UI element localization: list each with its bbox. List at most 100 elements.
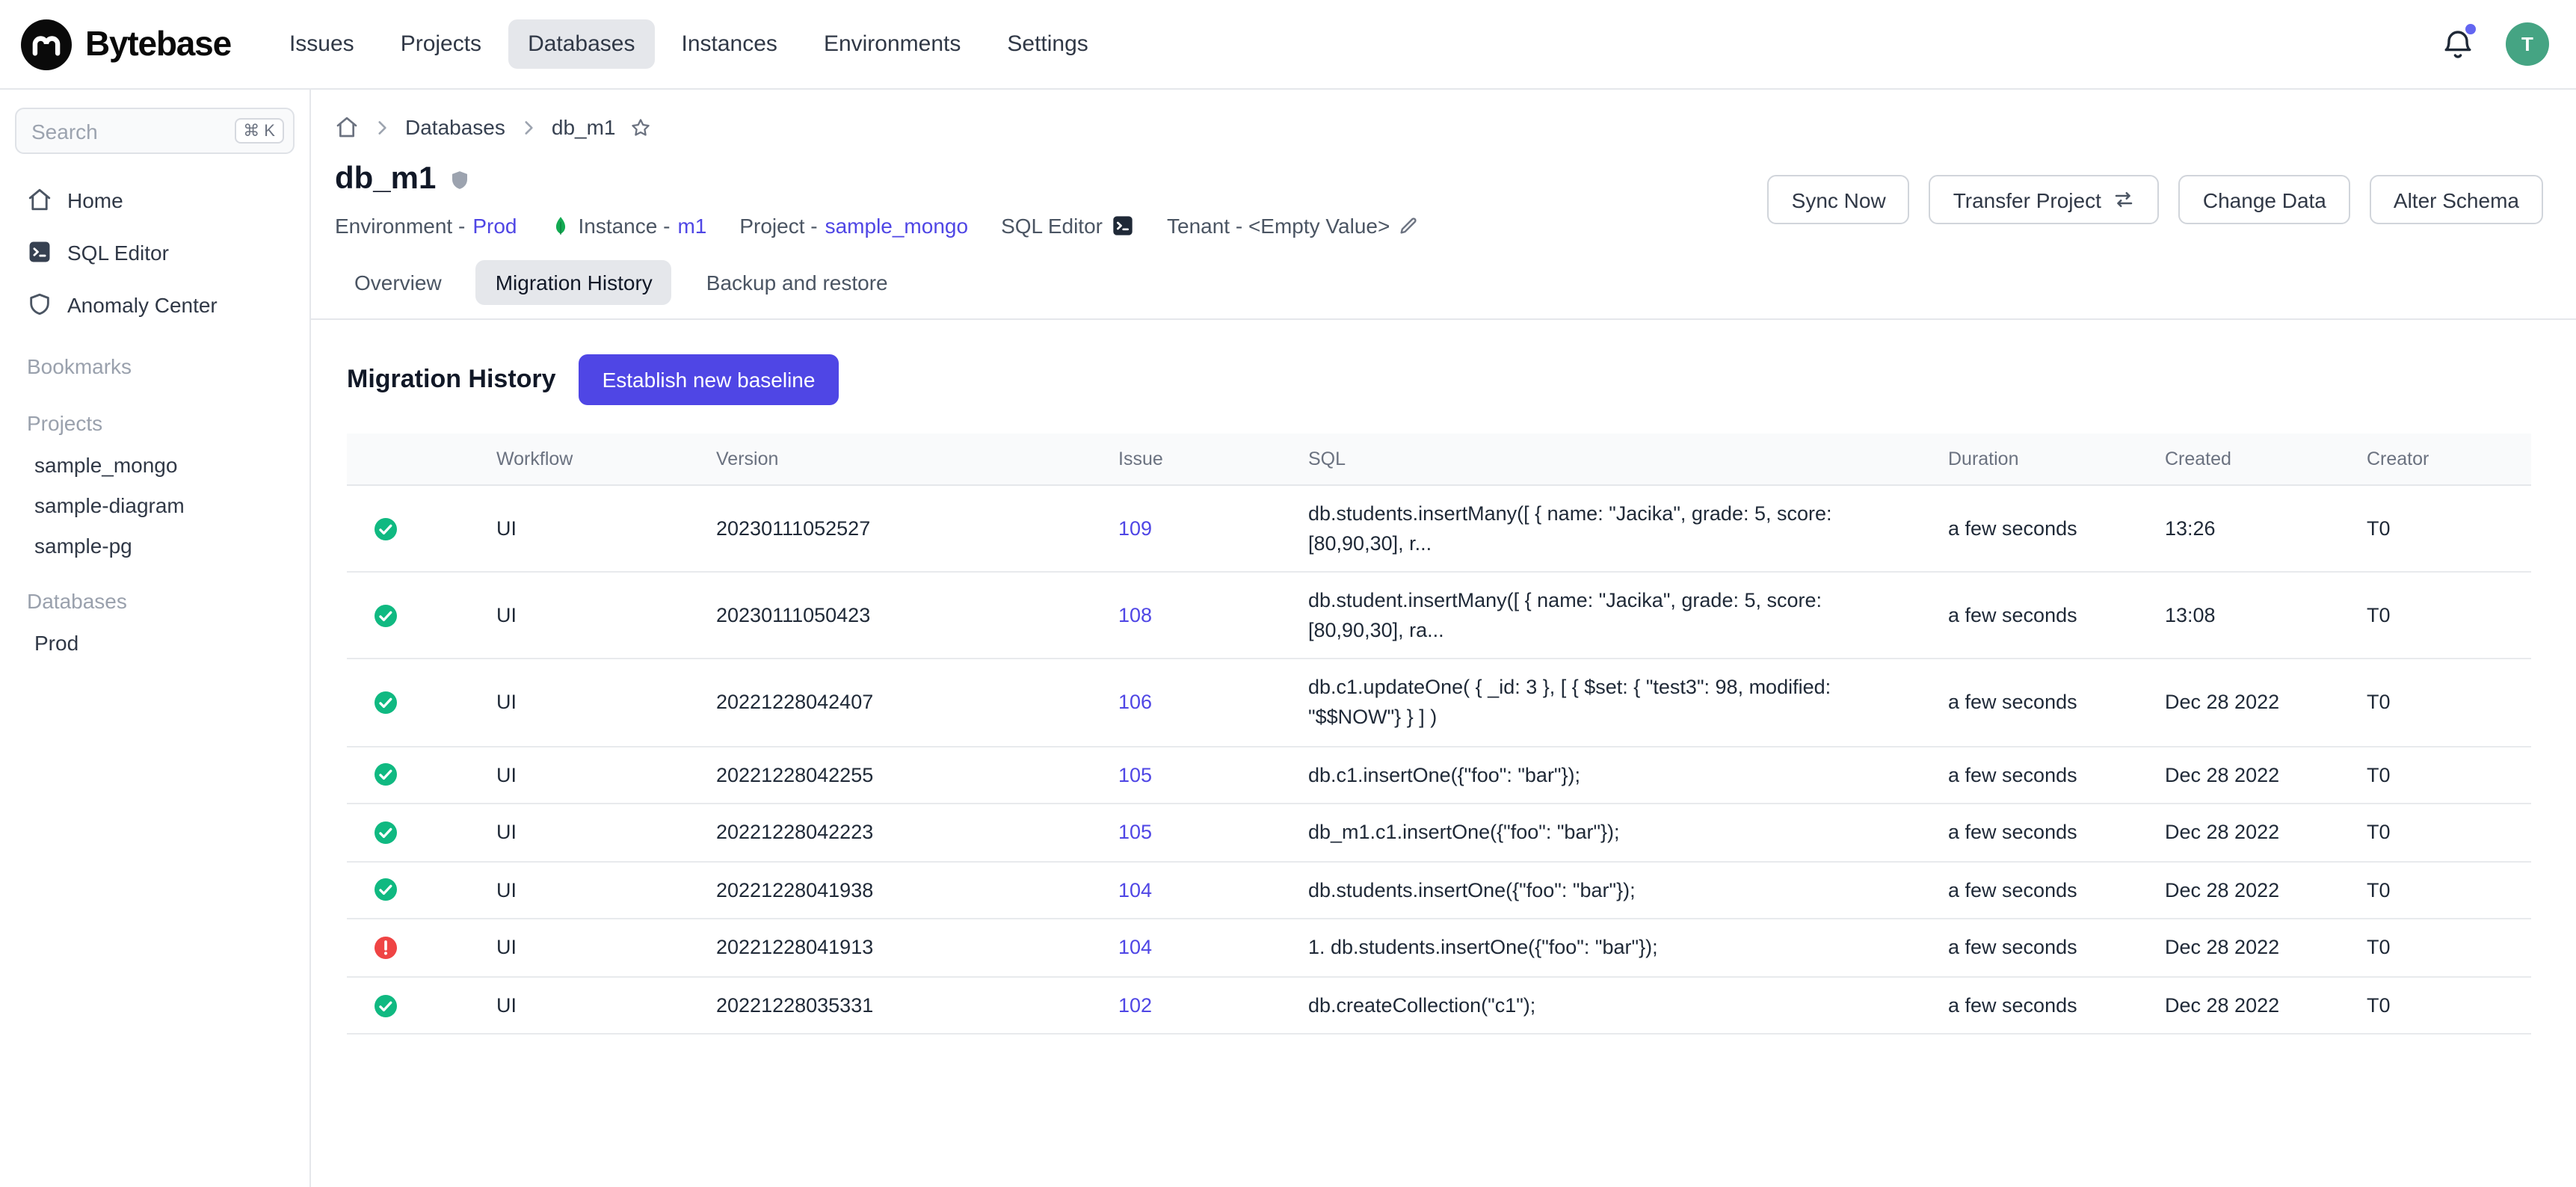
notifications-button[interactable]: [2440, 26, 2476, 62]
col-sql: SQL: [1278, 434, 1918, 484]
cell-created: 13:08: [2135, 588, 2337, 644]
nav-item-settings[interactable]: Settings: [987, 19, 1107, 69]
col-created: Created: [2135, 434, 2337, 484]
establish-baseline-button[interactable]: Establish new baseline: [579, 354, 839, 405]
cell-sql: db.students.insertMany([ { name: "Jacika…: [1278, 486, 1918, 571]
chevron-right-icon: [372, 117, 392, 137]
search-box[interactable]: ⌘ K: [15, 108, 295, 154]
breadcrumb-current: db_m1: [552, 115, 616, 139]
issue-link[interactable]: 109: [1118, 517, 1152, 540]
cell-creator: T0: [2337, 588, 2531, 644]
table-row[interactable]: UI 20221228041913 104 1. db.students.ins…: [347, 919, 2531, 977]
sidebar-item-label: Anomaly Center: [67, 292, 218, 316]
sidebar-item-sample-mongo[interactable]: sample_mongo: [15, 444, 295, 484]
migration-history-header: Migration History Establish new baseline: [347, 354, 2531, 405]
col-version: Version: [686, 434, 1088, 484]
edit-pencil-icon[interactable]: [1397, 215, 1418, 236]
sidebar-section-databases[interactable]: Databases: [15, 579, 295, 622]
cell-created: 13:26: [2135, 501, 2337, 557]
sidebar-item-home[interactable]: Home: [15, 173, 295, 226]
instance-label: Instance -: [578, 214, 670, 238]
search-input[interactable]: [31, 119, 234, 143]
table-row[interactable]: UI 20221228035331 102 db.createCollectio…: [347, 978, 2531, 1035]
issue-link[interactable]: 102: [1118, 994, 1152, 1017]
cell-creator: T0: [2337, 804, 2531, 860]
issue-link[interactable]: 106: [1118, 691, 1152, 713]
cell-version: 20221228041913: [686, 919, 1088, 975]
sidebar-item-sample-diagram[interactable]: sample-diagram: [15, 484, 295, 525]
sidebar-item-sql-editor[interactable]: SQL Editor: [15, 226, 295, 278]
avatar[interactable]: T: [2506, 22, 2549, 66]
tab-overview[interactable]: Overview: [335, 260, 461, 305]
tab-migration-history[interactable]: Migration History: [476, 260, 672, 305]
cell-workflow: UI: [466, 747, 686, 803]
breadcrumb-databases[interactable]: Databases: [405, 115, 505, 139]
nav-item-databases[interactable]: Databases: [508, 19, 654, 69]
table-row[interactable]: UI 20230111050423 108 db.student.insertM…: [347, 573, 2531, 660]
cell-creator: T0: [2337, 862, 2531, 918]
project-link[interactable]: sample_mongo: [825, 214, 968, 238]
nav-item-issues[interactable]: Issues: [270, 19, 374, 69]
issue-link[interactable]: 104: [1118, 878, 1152, 901]
sql-editor-label: SQL Editor: [1001, 214, 1103, 238]
nav-item-environments[interactable]: Environments: [804, 19, 980, 69]
table-row[interactable]: UI 20221228042223 105 db_m1.c1.insertOne…: [347, 804, 2531, 862]
cell-creator: T0: [2337, 747, 2531, 803]
nav-item-projects[interactable]: Projects: [381, 19, 501, 69]
breadcrumb: Databases db_m1: [335, 111, 2543, 144]
sidebar-item-prod[interactable]: Prod: [15, 622, 295, 662]
table-row[interactable]: UI 20221228042407 106 db.c1.updateOne( {…: [347, 660, 2531, 747]
cell-workflow: UI: [466, 978, 686, 1034]
section-title: Migration History: [347, 365, 556, 395]
home-icon: [27, 187, 52, 212]
cell-sql: db.c1.insertOne({"foo": "bar"});: [1278, 747, 1918, 803]
issue-link[interactable]: 105: [1118, 821, 1152, 843]
issue-link[interactable]: 108: [1118, 604, 1152, 626]
breadcrumb-home-icon[interactable]: [335, 115, 359, 139]
page-title: db_m1: [335, 161, 436, 197]
table-row[interactable]: UI 20221228041938 104 db.students.insert…: [347, 862, 2531, 919]
instance-link[interactable]: m1: [677, 214, 706, 238]
shield-icon: [27, 292, 52, 317]
transfer-project-button[interactable]: Transfer Project: [1929, 175, 2160, 224]
cell-duration: a few seconds: [1918, 862, 2135, 918]
search-shortcut: ⌘ K: [234, 118, 284, 144]
cell-sql: db.student.insertMany([ { name: "Jacika"…: [1278, 573, 1918, 659]
cell-duration: a few seconds: [1918, 588, 2135, 644]
alter-schema-button[interactable]: Alter Schema: [2370, 175, 2543, 224]
cell-created: Dec 28 2022: [2135, 978, 2337, 1034]
sidebar-section-projects[interactable]: Projects: [15, 401, 295, 444]
nav-item-instances[interactable]: Instances: [662, 19, 797, 69]
meta-sql-editor[interactable]: SQL Editor: [1001, 214, 1134, 238]
issue-link[interactable]: 105: [1118, 763, 1152, 786]
tab-backup-and-restore[interactable]: Backup and restore: [687, 260, 908, 305]
change-data-button[interactable]: Change Data: [2179, 175, 2350, 224]
project-label: Project -: [739, 214, 817, 238]
bookmark-star-icon[interactable]: [629, 116, 652, 138]
bytebase-logo-icon: [21, 19, 72, 70]
issue-link[interactable]: 104: [1118, 936, 1152, 958]
col-duration: Duration: [1918, 434, 2135, 484]
sync-now-button[interactable]: Sync Now: [1768, 175, 1910, 224]
col-workflow: Workflow: [466, 434, 686, 484]
terminal-icon: [27, 239, 52, 265]
bytebase-logo[interactable]: Bytebase: [21, 19, 231, 70]
cell-workflow: UI: [466, 919, 686, 975]
navbar-right: T: [2440, 22, 2549, 66]
cell-duration: a few seconds: [1918, 501, 2135, 557]
cell-creator: T0: [2337, 501, 2531, 557]
sidebar-item-label: SQL Editor: [67, 240, 169, 264]
sidebar-item-sample-pg[interactable]: sample-pg: [15, 525, 295, 565]
cell-creator: T0: [2337, 919, 2531, 975]
success-status-icon: [372, 877, 399, 904]
table-row[interactable]: UI 20221228042255 105 db.c1.insertOne({"…: [347, 747, 2531, 804]
sidebar-item-anomaly-center[interactable]: Anomaly Center: [15, 278, 295, 330]
environment-label: Environment -: [335, 214, 465, 238]
success-status-icon: [372, 689, 399, 716]
sidebar: ⌘ K Home SQL Editor Anomaly Center: [0, 90, 311, 1187]
environment-link[interactable]: Prod: [472, 214, 517, 238]
notification-dot: [2465, 23, 2476, 34]
sidebar-section-bookmarks[interactable]: Bookmarks: [15, 344, 295, 387]
table-row[interactable]: UI 20230111052527 109 db.students.insert…: [347, 486, 2531, 573]
sidebar-item-label: Home: [67, 188, 123, 212]
